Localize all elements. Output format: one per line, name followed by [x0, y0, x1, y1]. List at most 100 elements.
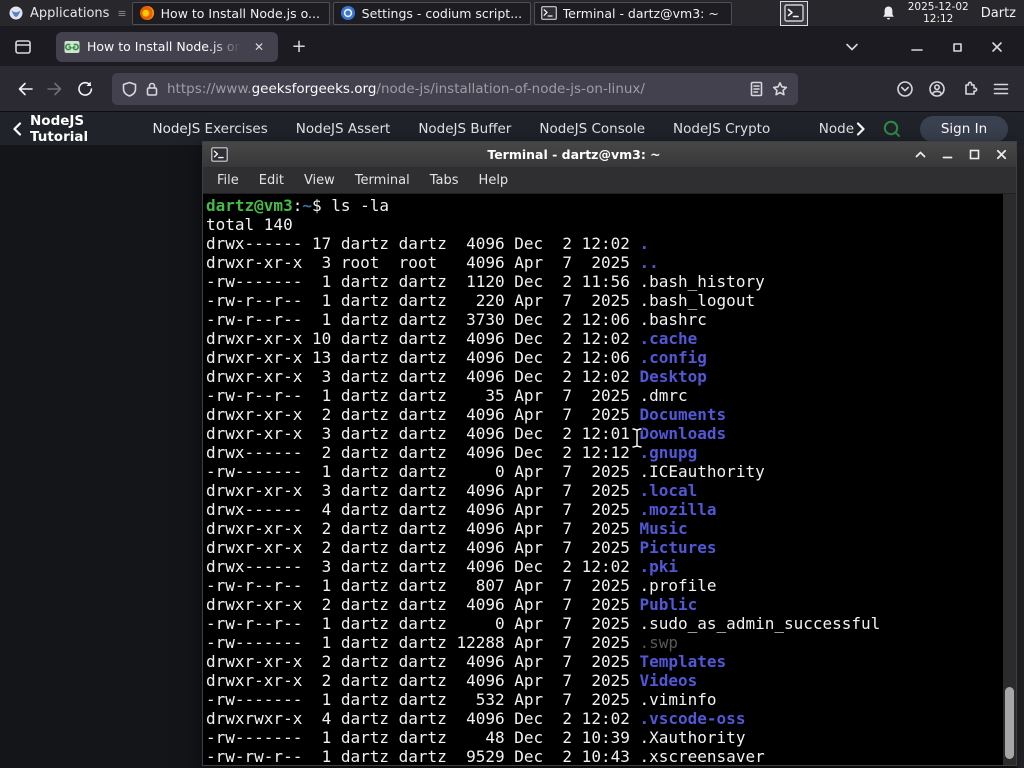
terminal-row: drwxr-xr-x 10 dartz dartz 4096 Dec 2 12:…	[206, 329, 1016, 348]
notification-bell-icon[interactable]	[881, 5, 896, 21]
url-path: /node-js/installation-of-node-js-on-linu…	[376, 80, 645, 97]
sitenav-links: NodeJS Exercises NodeJS Assert NodeJS Buff…	[152, 121, 790, 137]
new-tab-button[interactable]: +	[288, 36, 310, 58]
row-meta: -rw-r--r-- 1 dartz dartz 35 Apr 7 2025	[206, 386, 640, 405]
extensions-icon[interactable]	[960, 80, 978, 98]
row-meta: -rw------- 1 dartz dartz 0 Apr 7 2025	[206, 462, 640, 481]
sitenav-link[interactable]: NodeJS Buffer	[418, 121, 511, 137]
account-icon[interactable]	[928, 80, 946, 98]
user-menu-button[interactable]: Dartz	[981, 6, 1016, 21]
tab-close-icon[interactable]: ✕	[248, 36, 270, 58]
row-meta: drwxr-xr-x 2 dartz dartz 4096 Apr 7 2025	[206, 405, 640, 424]
search-icon[interactable]	[882, 118, 902, 140]
row-meta: drwxr-xr-x 2 dartz dartz 4096 Apr 7 2025	[206, 538, 640, 557]
sitenav-link[interactable]: NodeJS Console	[539, 121, 645, 137]
url-scheme: https://www.	[167, 80, 252, 97]
sitenav-link[interactable]: NodeJS Exercises	[152, 121, 267, 137]
prompt-userhost: dartz@vm3	[206, 196, 293, 215]
terminal-launcher-icon[interactable]	[779, 0, 808, 26]
row-filename: .bashrc	[639, 310, 707, 329]
firefox-icon	[139, 5, 155, 21]
row-filename: .swp	[639, 633, 679, 652]
reader-mode-icon[interactable]	[749, 81, 764, 97]
row-meta: drwxr-xr-x 2 dartz dartz 4096 Apr 7 2025	[206, 652, 640, 671]
bookmark-star-icon[interactable]	[772, 81, 788, 97]
window-button-title: How to Install Node.js o...	[160, 5, 320, 21]
url-bar[interactable]: https://www.geeksforgeeks.org/node-js/in…	[112, 72, 798, 105]
chevron-right-icon[interactable]	[856, 121, 866, 136]
terminal-menu-item[interactable]: Help	[469, 173, 519, 188]
minimize-icon[interactable]	[910, 40, 924, 54]
terminal-row: drwxr-xr-x 3 dartz dartz 4096 Dec 2 12:0…	[206, 424, 1016, 443]
row-meta: drwxr-xr-x 10 dartz dartz 4096 Dec 2 12:…	[206, 329, 640, 348]
sitenav-link[interactable]: NodeJS Crypto	[673, 121, 770, 137]
terminal-icon	[540, 6, 557, 20]
hamburger-menu-icon[interactable]	[992, 80, 1010, 98]
terminal-menu-item[interactable]: Edit	[249, 173, 294, 188]
close-icon[interactable]	[990, 40, 1004, 54]
row-meta: drwxr-xr-x 3 dartz dartz 4096 Dec 2 12:0…	[206, 367, 640, 386]
sitenav-link[interactable]: NodeJS Assert	[296, 121, 391, 137]
terminal-scrollbar[interactable]	[1003, 194, 1016, 765]
terminal-row: drwxr-xr-x 2 dartz dartz 4096 Apr 7 2025…	[206, 595, 1016, 614]
terminal-row: drwx------ 4 dartz dartz 4096 Apr 7 2025…	[206, 500, 1016, 519]
pocket-icon[interactable]	[896, 80, 914, 98]
sign-in-button[interactable]: Sign In	[920, 115, 1008, 142]
row-filename: .gnupg	[639, 443, 698, 462]
row-filename: Pictures	[639, 538, 717, 557]
row-filename: .xscreensaver	[639, 747, 765, 765]
terminal-menu-item[interactable]: View	[294, 173, 345, 188]
reload-icon[interactable]	[70, 74, 100, 104]
row-filename: Desktop	[639, 367, 707, 386]
minimize-icon[interactable]	[941, 148, 954, 161]
row-meta: drwxr-xr-x 3 root root 4096 Apr 7 2025	[206, 253, 640, 272]
terminal-scrollbar-thumb[interactable]	[1005, 687, 1014, 759]
row-meta: drwxr-xr-x 3 dartz dartz 4096 Apr 7 2025	[206, 481, 640, 500]
terminal-menu-item[interactable]: Tabs	[420, 173, 469, 188]
panel-separator-icon: ≡	[117, 6, 126, 20]
row-meta: -rw-rw-r-- 1 dartz dartz 9529 Dec 2 10:4…	[206, 747, 640, 765]
sitenav-truncated-link[interactable]: Node	[819, 121, 866, 137]
terminal-row: drwxr-xr-x 2 dartz dartz 4096 Apr 7 2025…	[206, 519, 1016, 538]
terminal-row: drwx------ 3 dartz dartz 4096 Dec 2 12:0…	[206, 557, 1016, 576]
panel-window-button-terminal[interactable]: Terminal - dartz@vm3: ~	[533, 1, 732, 25]
chevron-left-icon	[12, 121, 22, 136]
applications-label: Applications	[30, 5, 110, 21]
terminal-menu-item[interactable]: File	[207, 173, 249, 188]
forward-button[interactable]	[40, 74, 70, 104]
terminal-row: -rw------- 1 dartz dartz 532 Apr 7 2025 …	[206, 690, 1016, 709]
nodejs-tutorial-link[interactable]: NodeJS Tutorial	[12, 113, 130, 145]
back-button[interactable]	[10, 74, 40, 104]
firefox-view-icon[interactable]	[10, 34, 36, 60]
page-scrollbar[interactable]	[1017, 145, 1024, 768]
terminal-row: drwx------ 2 dartz dartz 4096 Dec 2 12:1…	[206, 443, 1016, 462]
applications-icon	[8, 5, 24, 21]
maximize-icon[interactable]	[968, 148, 981, 161]
terminal-window: Terminal - dartz@vm3: ~ File Edit View Term…	[202, 141, 1017, 766]
url-text[interactable]: https://www.geeksforgeeks.org/node-js/in…	[167, 81, 741, 97]
applications-menu-button[interactable]: Applications	[0, 0, 117, 27]
terminal-titlebar[interactable]: Terminal - dartz@vm3: ~	[203, 142, 1016, 167]
codium-icon	[340, 5, 356, 21]
terminal-prompt-line: dartz@vm3:~$ ls -la	[206, 196, 390, 215]
list-all-tabs-icon[interactable]	[844, 39, 860, 55]
maximize-icon[interactable]	[950, 40, 964, 54]
url-domain: geeksforgeeks.org	[251, 80, 377, 97]
terminal-menu-item[interactable]: Terminal	[345, 173, 420, 188]
row-filename: ..	[639, 253, 659, 272]
truncated-link-label: Node	[818, 120, 854, 137]
row-filename: .mozilla	[639, 500, 717, 519]
row-filename: .sudo_as_admin_successful	[639, 614, 881, 633]
shade-icon[interactable]	[914, 148, 927, 161]
terminal-body[interactable]: dartz@vm3:~$ ls -la total 140 drwx------…	[203, 194, 1016, 765]
row-filename: Music	[639, 519, 688, 538]
terminal-row: -rw-r--r-- 1 dartz dartz 220 Apr 7 2025 …	[206, 291, 1016, 310]
panel-window-button-firefox[interactable]: How to Install Node.js o...	[131, 1, 330, 25]
close-icon[interactable]	[995, 148, 1008, 161]
lock-icon[interactable]	[145, 81, 159, 97]
browser-tab-active[interactable]: How to Install Node.js on ✕	[56, 31, 278, 62]
panel-window-button-codium[interactable]: Settings - codium script...	[332, 1, 531, 25]
shield-icon[interactable]	[122, 81, 137, 97]
row-filename: .	[639, 234, 650, 253]
panel-clock[interactable]: 2025-12-02 12:12	[908, 1, 969, 25]
